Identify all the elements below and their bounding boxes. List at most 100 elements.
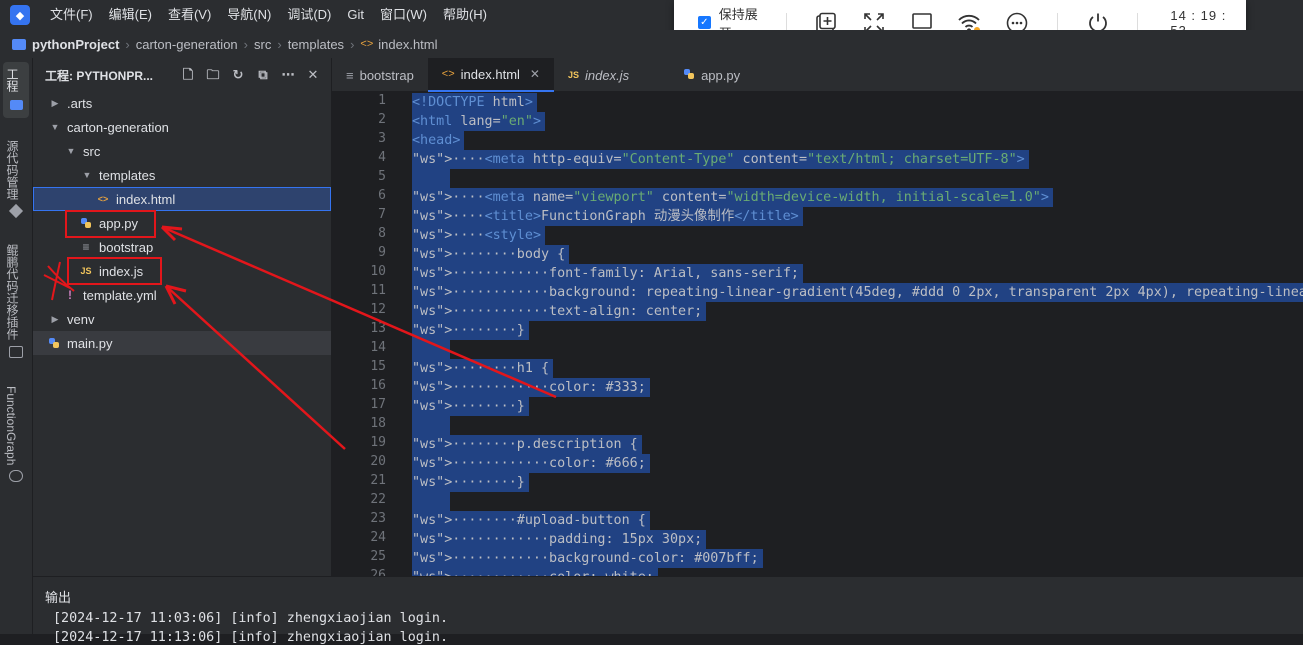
tab-app-py[interactable]: app.py	[669, 58, 754, 92]
html-file-icon: <>	[360, 38, 374, 50]
tree-item-label: src	[83, 143, 101, 159]
breadcrumb-separator: ›	[125, 36, 130, 52]
code-line: "ws">····<style>	[412, 226, 545, 245]
collapse-arrow-icon[interactable]: ▼	[81, 170, 93, 180]
menu-file[interactable]: 文件(F)	[42, 0, 101, 30]
tree-item-label: bootstrap	[99, 239, 154, 255]
code-line: <html lang="en">	[412, 112, 545, 131]
code-line	[412, 169, 450, 188]
line-number: 24	[370, 530, 386, 545]
tree-item-carton-generation[interactable]: ▼ carton-generation	[33, 115, 331, 139]
tab-index-js[interactable]: JS index.js	[554, 58, 669, 92]
breadcrumb-templates[interactable]: templates	[288, 37, 344, 52]
line-number: 1	[378, 93, 386, 108]
line-number: 5	[378, 169, 386, 184]
code-line	[412, 416, 450, 435]
tree-item-src[interactable]: ▼ src	[33, 139, 331, 163]
line-number: 16	[370, 378, 386, 393]
code-line: "ws">············color: #666;	[412, 454, 650, 473]
line-number: 10	[370, 264, 386, 279]
menu-navigate[interactable]: 导航(N)	[219, 0, 279, 30]
expand-arrow-icon[interactable]: ▶	[49, 98, 61, 109]
line-number: 18	[370, 416, 386, 431]
python-file-icon	[683, 68, 695, 83]
tree-item-app-py[interactable]: app.py	[33, 211, 331, 235]
collapse-arrow-icon[interactable]: ▼	[49, 122, 61, 132]
breadcrumb: pythonProject › carton-generation › src …	[0, 30, 1303, 58]
code-line: "ws">········}	[412, 473, 529, 492]
folder-icon	[10, 100, 23, 110]
line-number: 22	[370, 492, 386, 507]
breadcrumb-index-html[interactable]: index.html	[378, 37, 437, 52]
folder-icon	[12, 38, 26, 50]
breadcrumb-src[interactable]: src	[254, 37, 271, 52]
line-number: 3	[378, 131, 386, 146]
menu-view[interactable]: 查看(V)	[160, 0, 219, 30]
code-line: <head>	[412, 131, 465, 150]
tree-item-templates[interactable]: ▼ templates	[33, 163, 331, 187]
menu-git[interactable]: Git	[339, 0, 372, 30]
menu-edit[interactable]: 编辑(E)	[101, 0, 160, 30]
text-file-icon: ≡	[82, 240, 90, 254]
breadcrumb-project[interactable]: pythonProject	[32, 37, 119, 52]
tree-item-label: venv	[67, 311, 95, 327]
close-tab-icon[interactable]: ✕	[530, 67, 540, 81]
tree-item-index-js[interactable]: JS index.js	[33, 259, 331, 283]
line-number: 19	[370, 435, 386, 450]
code-line: "ws">············background: repeating-l…	[412, 283, 1303, 302]
menu-debug[interactable]: 调试(D)	[279, 0, 339, 30]
tree-item-bootstrap[interactable]: ≡ bootstrap	[33, 235, 331, 259]
collapse-arrow-icon[interactable]: ▼	[65, 146, 77, 156]
code-line: "ws">········p.description {	[412, 435, 642, 454]
output-log-line: [2024-12-17 11:13:06] [info] zhengxiaoji…	[53, 630, 449, 645]
line-number: 23	[370, 511, 386, 526]
menu-help[interactable]: 帮助(H)	[435, 0, 495, 30]
vcs-icon	[8, 203, 24, 219]
tab-bootstrap[interactable]: ≡ bootstrap	[332, 58, 428, 92]
functiongraph-tool-button[interactable]: FunctionGraph	[4, 386, 18, 465]
breadcrumb-carton-generation[interactable]: carton-generation	[136, 37, 238, 52]
code-line: "ws">············text-align: center;	[412, 302, 707, 321]
tree-item-label: templates	[99, 167, 156, 183]
collapse-all-icon[interactable]: ⧉	[255, 67, 271, 83]
tab-label: index.js	[584, 67, 630, 83]
code-line: "ws">············background-color: #007b…	[412, 549, 763, 568]
tree-item-main-py[interactable]: main.py	[33, 331, 331, 355]
project-tool-button[interactable]: 工程	[4, 68, 21, 92]
vcs-tool-button[interactable]: 源代码管理	[4, 140, 21, 200]
tree-item-index-html[interactable]: <> index.html	[33, 187, 331, 211]
tree-item-label: index.html	[116, 191, 176, 207]
new-folder-icon[interactable]: 🗀	[205, 67, 221, 83]
migration-tool-button[interactable]: 鲲鹏代码迁移插件	[4, 244, 21, 340]
code-line: "ws">············color: white;	[412, 568, 658, 576]
expand-arrow-icon[interactable]: ▶	[49, 314, 61, 325]
new-file-icon[interactable]: 🗋	[180, 67, 196, 83]
code-line: "ws">····<meta name="viewport" content="…	[412, 188, 1053, 207]
tree-item-template-yml[interactable]: ! template.yml	[33, 283, 331, 307]
project-panel-toolbar: 🗋 🗀 ↻ ⧉ ⋯ ✕	[171, 67, 321, 83]
project-panel-title: 工程: PYTHONPR...	[45, 68, 154, 83]
line-number: 8	[378, 226, 386, 241]
tab-index-html[interactable]: <> index.html ✕	[427, 58, 554, 92]
code-line: "ws">········}	[412, 321, 529, 340]
tree-item-venv[interactable]: ▶ venv	[33, 307, 331, 331]
code-editor[interactable]: 1 2 3 4 5 6 7 8 9 10 11 12 13 14 15 16 17 18 19 20 21 22 23 24 2…	[332, 92, 1303, 576]
js-file-icon: JS	[80, 266, 92, 276]
more-options-icon[interactable]: ⋯	[280, 67, 296, 83]
breadcrumb-separator: ›	[350, 36, 355, 52]
breadcrumb-separator: ›	[277, 36, 282, 52]
refresh-icon[interactable]: ↻	[230, 67, 246, 83]
menu-window[interactable]: 窗口(W)	[372, 0, 435, 30]
code-line: "ws">············font-family: Arial, san…	[412, 264, 803, 283]
code-line: "ws">········body {	[412, 245, 570, 264]
tree-item-arts[interactable]: ▶ .arts	[33, 91, 331, 115]
breadcrumb-separator: ›	[243, 36, 248, 52]
line-number: 13	[370, 321, 386, 336]
code-line: "ws">····<title>FunctionGraph 动漫头像制作</ti…	[412, 207, 803, 226]
text-file-icon: ≡	[346, 67, 354, 83]
code-line: "ws">····<meta http-equiv="Content-Type"…	[412, 150, 1029, 169]
project-panel-header: 工程: PYTHONPR... 🗋 🗀 ↻ ⧉ ⋯ ✕	[33, 58, 331, 92]
close-panel-icon[interactable]: ✕	[305, 67, 321, 83]
code-line	[412, 340, 450, 359]
tree-item-label: index.js	[99, 263, 144, 279]
